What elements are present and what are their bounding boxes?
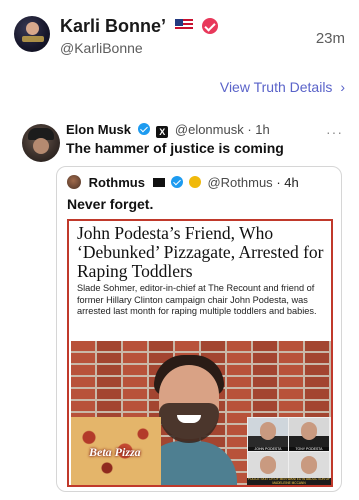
more-options-icon[interactable]: ···: [326, 124, 343, 140]
quote-author-avatar[interactable]: [67, 175, 81, 189]
tweet-age: · 1h: [247, 122, 270, 137]
avatar-face: [26, 22, 39, 35]
quote-age: · 4h: [276, 175, 299, 190]
inset-tile: JOHN PODESTA: [248, 418, 288, 451]
article-photo: Beta Pizza JOHN PODESTA TONY PODESTA POL…: [71, 341, 331, 485]
inset-caption: JOHN PODESTA: [248, 447, 288, 451]
avatar-face: [33, 138, 49, 154]
author-name-row[interactable]: Karli Bonne’: [60, 16, 219, 37]
inset-face: [301, 422, 317, 440]
inset-tile: TONY PODESTA: [289, 418, 329, 451]
pizza-label: Beta Pizza: [89, 445, 141, 459]
avatar-detail: [22, 36, 44, 42]
quote-author-name[interactable]: Rothmus: [89, 175, 145, 190]
tweet-text: The hammer of justice is coming: [66, 140, 284, 156]
tweet-header: Elon Musk X @elonmusk · 1h: [66, 122, 270, 138]
quote-header: Rothmus @Rothmus · 4h: [67, 175, 299, 190]
quote-text: Never forget.: [67, 196, 154, 212]
article-summary: Slade Sohmer, editor-in-chief at The Rec…: [77, 283, 317, 316]
affiliate-badge-icon: [188, 176, 201, 188]
chevron-right-icon: ›: [340, 79, 345, 95]
post-header: Karli Bonne’ @KarliBonne 23m: [0, 0, 359, 72]
inset-photo-grid: JOHN PODESTA TONY PODESTA POLICE SKETCH …: [247, 417, 331, 485]
view-truth-details-link[interactable]: View Truth Details ›: [220, 79, 345, 95]
verified-badge-icon: [137, 123, 150, 135]
verified-check-icon: [202, 18, 219, 34]
tweet-author-name[interactable]: Elon Musk: [66, 122, 131, 137]
author-handle[interactable]: @KarliBonne: [60, 40, 143, 56]
quoted-post[interactable]: Rothmus @Rothmus · 4h Never forget. John…: [56, 166, 342, 492]
verified-badge-icon: [171, 176, 184, 188]
article-headline: John Podesta’s Friend, Who ‘Debunked’ Pi…: [77, 223, 324, 281]
post-timestamp: 23m: [315, 30, 345, 47]
tweet-author-avatar[interactable]: [22, 124, 60, 162]
tweet-author-handle[interactable]: @elonmusk: [175, 122, 244, 137]
inset-footer: POLICE SKETCH OF MEN WANTED IN ABDUCTION…: [247, 478, 331, 485]
x-logo-icon: X: [156, 126, 169, 138]
inset-caption: TONY PODESTA: [289, 447, 329, 451]
inset-sketch-face: [301, 456, 317, 474]
black-flag-icon: [152, 178, 165, 187]
author-avatar[interactable]: [14, 16, 50, 52]
inset-face: [260, 422, 276, 440]
view-details-label: View Truth Details: [219, 79, 333, 95]
article-image[interactable]: John Podesta’s Friend, Who ‘Debunked’ Pi…: [67, 219, 333, 487]
quote-author-handle[interactable]: @Rothmus: [207, 175, 272, 190]
author-display-name[interactable]: Karli Bonne’: [60, 16, 165, 36]
inset-sketch-face: [260, 456, 276, 474]
us-flag-icon: [175, 19, 194, 31]
